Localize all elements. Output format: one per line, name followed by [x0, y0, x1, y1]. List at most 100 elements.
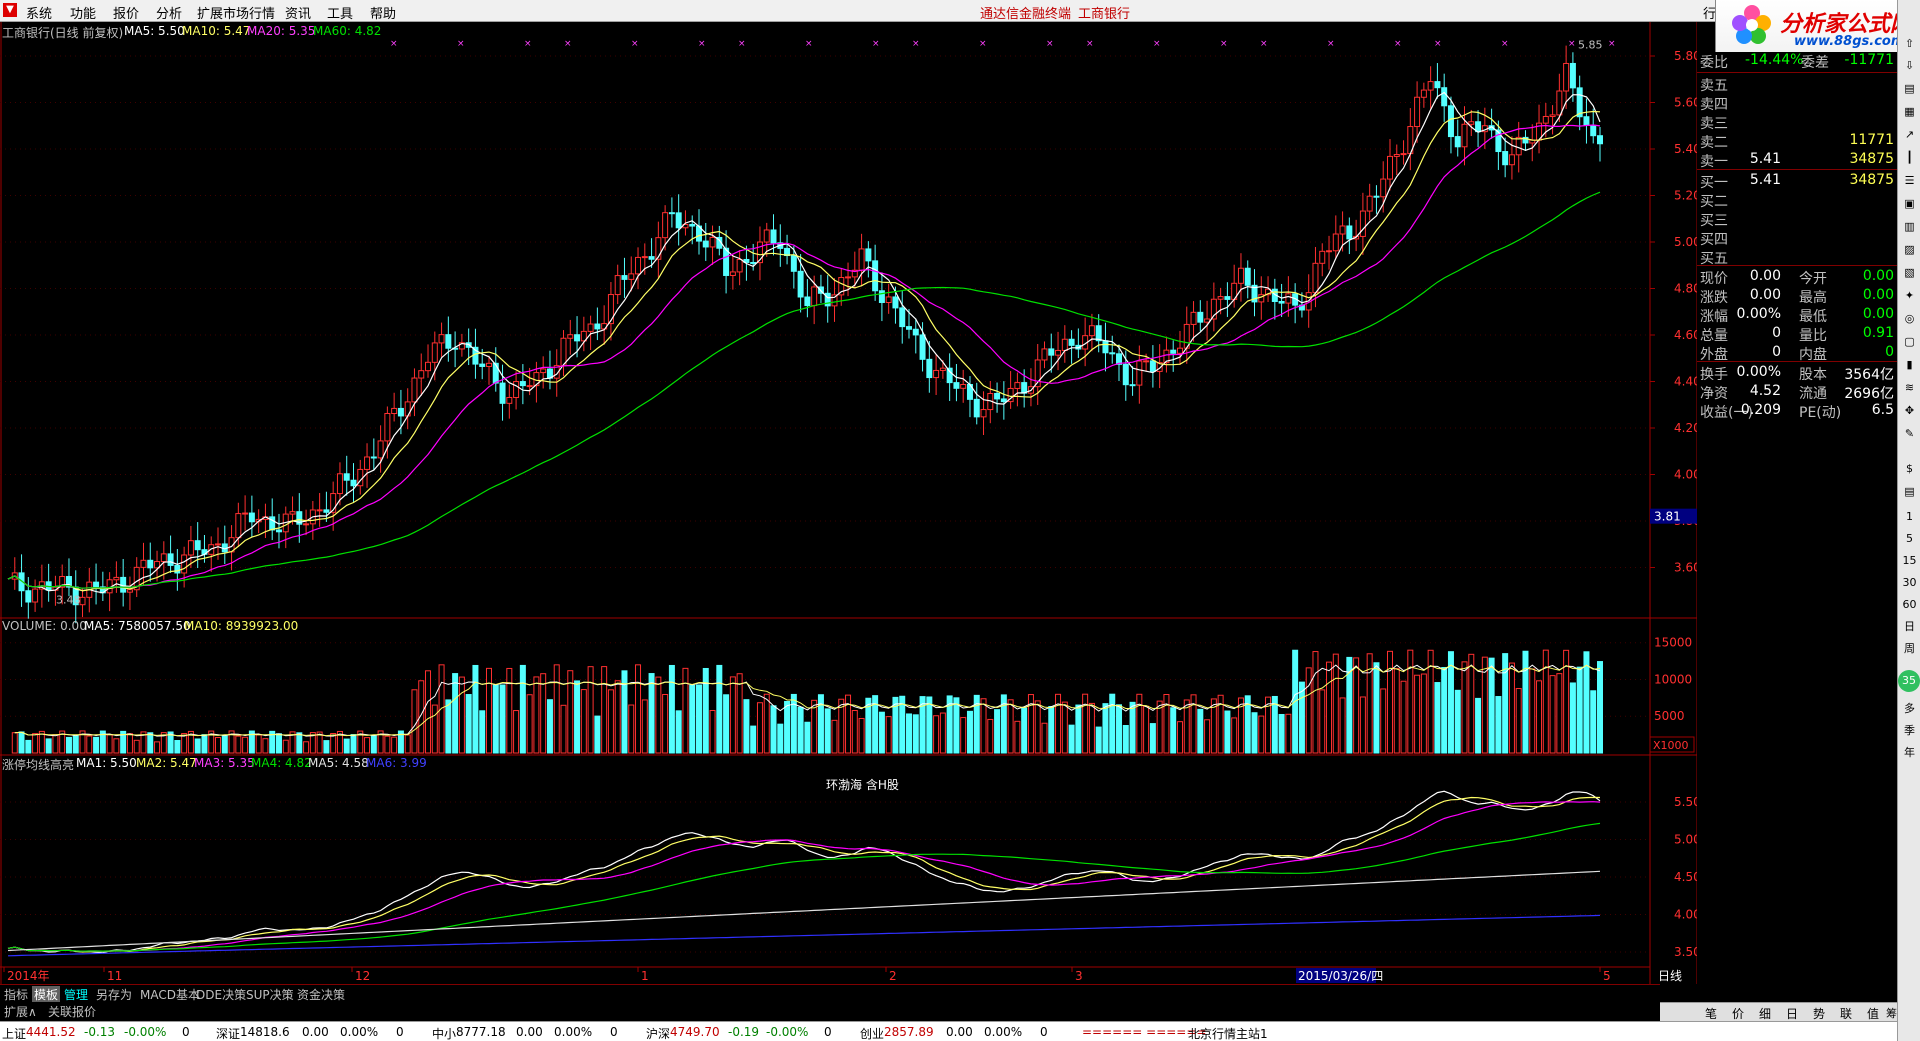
toolbar-arrow-down-icon[interactable]: ⇩: [1901, 57, 1918, 74]
toolbar-doc-icon[interactable]: ▧: [1901, 264, 1918, 281]
toolbar-arrow-up-icon[interactable]: ⇧: [1901, 35, 1918, 52]
period-week[interactable]: 周: [1901, 640, 1918, 657]
candle-body: [1129, 384, 1136, 387]
sub-tab-bar: 扩展∧ 关联报价: [0, 1002, 1660, 1019]
volume-bar: [641, 699, 648, 754]
candle-body: [1339, 225, 1346, 235]
menu-help[interactable]: 帮助: [370, 3, 396, 22]
period-15min[interactable]: 15: [1901, 552, 1918, 569]
rtab-link[interactable]: 联: [1840, 1005, 1852, 1022]
toolbar-rsi-icon[interactable]: ≋: [1901, 379, 1918, 396]
candle-body: [1434, 81, 1441, 89]
menu-quote[interactable]: 报价: [113, 3, 139, 22]
tab-related-quote[interactable]: 关联报价: [46, 1003, 98, 1019]
index-sh-change: -0.13: [84, 1025, 116, 1039]
period-multi[interactable]: 多: [1901, 700, 1918, 717]
tab-macd[interactable]: MACD基本: [138, 986, 202, 1002]
tab-dde[interactable]: DDE决策: [194, 986, 248, 1002]
toolbar-window-icon[interactable]: ▣: [1901, 195, 1918, 212]
toolbar-note-icon[interactable]: ▤: [1901, 483, 1918, 500]
menu-analysis[interactable]: 分析: [156, 3, 182, 22]
volume-bar: [1041, 722, 1048, 754]
volume-bar: [682, 667, 689, 754]
price-tick-label: 4.60: [1674, 328, 1697, 342]
volume-bar: [384, 735, 391, 754]
menu-function[interactable]: 功能: [70, 3, 96, 22]
rtab-day[interactable]: 日: [1786, 1005, 1798, 1022]
rtab-chips[interactable]: 筹: [1886, 1005, 1897, 1021]
limit-up-marker: ×: [698, 39, 706, 49]
kline-chart[interactable]: 5.80 5.60 5.40 5.20 5.00 4.80 4.60 4.40 4.20 4.00…: [0, 22, 1697, 984]
limit-up-marker: ×: [979, 39, 987, 49]
toolbar-move-icon[interactable]: ✥: [1901, 402, 1918, 419]
toolbar-layout-icon[interactable]: ▨: [1901, 241, 1918, 258]
volume-bar: [282, 739, 289, 754]
toolbar-dollar-icon[interactable]: $: [1901, 460, 1918, 477]
menu-tools[interactable]: 工具: [327, 3, 353, 22]
rtab-price[interactable]: 价: [1732, 1005, 1744, 1022]
toolbar-bars-icon[interactable]: ▮: [1901, 356, 1918, 373]
tab-fund[interactable]: 资金决策: [295, 986, 347, 1002]
toolbar-star-icon[interactable]: ✦: [1901, 287, 1918, 304]
stat-row: 涨幅 0.00% 最低 0.00: [1697, 306, 1897, 325]
volume-bar: [689, 684, 696, 754]
tab-template[interactable]: 模板: [32, 986, 61, 1002]
candle-body: [418, 370, 425, 379]
tab-save-as[interactable]: 另存为: [94, 986, 134, 1002]
menu-info[interactable]: 资讯: [285, 3, 311, 22]
volume-bar: [472, 664, 479, 754]
price-tick-label: 4.80: [1674, 282, 1697, 296]
stat-value: 0.00: [1862, 306, 1894, 322]
toolbar-pen-icon[interactable]: ✎: [1901, 425, 1918, 442]
toolbar-list-icon[interactable]: ☰: [1901, 172, 1918, 189]
toolbar-chart-icon[interactable]: ▤: [1901, 80, 1918, 97]
candle-body: [479, 363, 486, 367]
toolbar-line-icon[interactable]: ↗: [1901, 126, 1918, 143]
period-year[interactable]: 年: [1901, 744, 1918, 761]
period-1min[interactable]: 1: [1901, 508, 1918, 525]
badge-circle[interactable]: 35: [1898, 670, 1920, 692]
volume-bar: [1048, 706, 1055, 754]
index-sh-pct: -0.00%: [124, 1025, 167, 1039]
period-30min[interactable]: 30: [1901, 574, 1918, 591]
limit-up-marker: ×: [1220, 39, 1228, 49]
quote-panel: 委比 -14.44% 委差 -11771 卖五 卖四 卖三 卖二 11771 卖一 5.41…: [1697, 52, 1897, 422]
volume-bar: [235, 735, 242, 754]
volume-bar: [736, 673, 743, 754]
rtab-value[interactable]: 值: [1867, 1005, 1879, 1022]
menu-system[interactable]: 系统: [26, 3, 52, 22]
candle-body: [750, 261, 757, 264]
bid-row: 买三: [1697, 210, 1897, 229]
server-name[interactable]: 北京行情主站1: [1188, 1025, 1268, 1041]
index-cy-value: 2857.89: [884, 1025, 934, 1039]
candle-body: [804, 296, 811, 307]
toolbar-grid-icon[interactable]: ▦: [1901, 103, 1918, 120]
menu-extended-market[interactable]: 扩展市场行情: [197, 3, 275, 22]
volume-bar: [425, 670, 432, 754]
toolbar-table-icon[interactable]: ▥: [1901, 218, 1918, 235]
volume-bar: [1075, 704, 1082, 754]
tab-expand[interactable]: 扩展∧: [2, 1003, 39, 1019]
index-sh-volume: 0: [182, 1025, 190, 1039]
period-5min[interactable]: 5: [1901, 530, 1918, 547]
price-tick-label: 5.00: [1674, 235, 1697, 249]
candle-body: [235, 513, 242, 539]
rtab-tick[interactable]: 笔: [1705, 1005, 1717, 1022]
stat-value: 6.5: [1871, 402, 1894, 418]
indicator-tick-label: 5.50: [1674, 795, 1697, 809]
period-day[interactable]: 日: [1901, 618, 1918, 635]
tab-manage[interactable]: 管理: [62, 986, 90, 1002]
toolbar-candle-icon[interactable]: ┃: [1901, 149, 1918, 166]
candle-body: [1380, 178, 1387, 198]
volume-bar: [885, 716, 892, 754]
period-60min[interactable]: 60: [1901, 596, 1918, 613]
rtab-trend[interactable]: 势: [1813, 1005, 1825, 1022]
toolbar-box-icon[interactable]: ▢: [1901, 333, 1918, 350]
rtab-detail[interactable]: 细: [1759, 1005, 1771, 1022]
toolbar-target-icon[interactable]: ◎: [1901, 310, 1918, 327]
tab-indicator[interactable]: 指标: [2, 986, 30, 1002]
period-season[interactable]: 季: [1901, 722, 1918, 739]
candle-body: [1061, 338, 1068, 351]
volume-bar: [1224, 710, 1231, 754]
tab-sup[interactable]: SUP决策: [244, 986, 296, 1002]
